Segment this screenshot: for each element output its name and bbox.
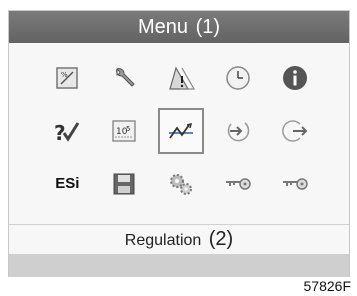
wrench-icon — [116, 67, 135, 87]
exit-icon — [281, 119, 307, 142]
info-icon — [282, 65, 307, 90]
regulation-icon — [168, 122, 193, 139]
gears-icon — [169, 173, 192, 195]
menu-item-info[interactable] — [266, 51, 323, 104]
controller-display: Menu (1) % ? 10 5 ESi Regulation (2) — [8, 10, 350, 277]
svg-text:5: 5 — [126, 125, 130, 133]
svg-text:?: ? — [54, 121, 66, 145]
menu-item-esi[interactable]: ESi — [39, 157, 96, 210]
menu-item-service[interactable] — [96, 51, 153, 104]
check-icon: ? — [54, 121, 80, 145]
menu-icon-grid: % ? 10 5 ESi — [39, 51, 323, 210]
soft-key-bar — [9, 254, 349, 277]
status-callout: (2) — [208, 228, 234, 250]
menu-item-access-1[interactable] — [209, 157, 266, 210]
warning-icon — [169, 65, 196, 90]
clock-icon — [226, 65, 250, 90]
key-icon — [282, 177, 308, 190]
menu-item-settings[interactable] — [153, 157, 210, 210]
status-line: Regulation (2) — [9, 225, 349, 253]
menu-item-scale[interactable]: % — [39, 51, 96, 104]
menu-item-timer[interactable] — [209, 51, 266, 104]
enter-icon — [227, 121, 250, 141]
scale-icon: % — [56, 66, 79, 89]
menu-title-bar: Menu (1) — [9, 11, 349, 43]
menu-item-login[interactable] — [209, 104, 266, 157]
esi-icon: ESi — [55, 175, 80, 192]
menu-item-test[interactable]: ? — [39, 104, 96, 157]
counters-icon: 10 5 — [112, 119, 136, 142]
menu-item-logout[interactable] — [266, 104, 323, 157]
menu-title: Menu — [137, 16, 188, 38]
title-callout: (1) — [195, 16, 221, 38]
menu-item-counters[interactable]: 10 5 — [96, 104, 153, 157]
selection-frame — [157, 107, 204, 154]
menu-item-protections[interactable] — [153, 51, 210, 104]
save-icon — [113, 173, 135, 194]
selected-item-label: Regulation — [124, 232, 202, 249]
svg-text:%: % — [61, 71, 68, 79]
menu-item-regulation[interactable] — [153, 104, 210, 157]
key-icon — [225, 177, 251, 190]
figure-id: 57826F — [303, 278, 351, 294]
menu-item-access-2[interactable] — [266, 157, 323, 210]
menu-item-save[interactable] — [96, 157, 153, 210]
